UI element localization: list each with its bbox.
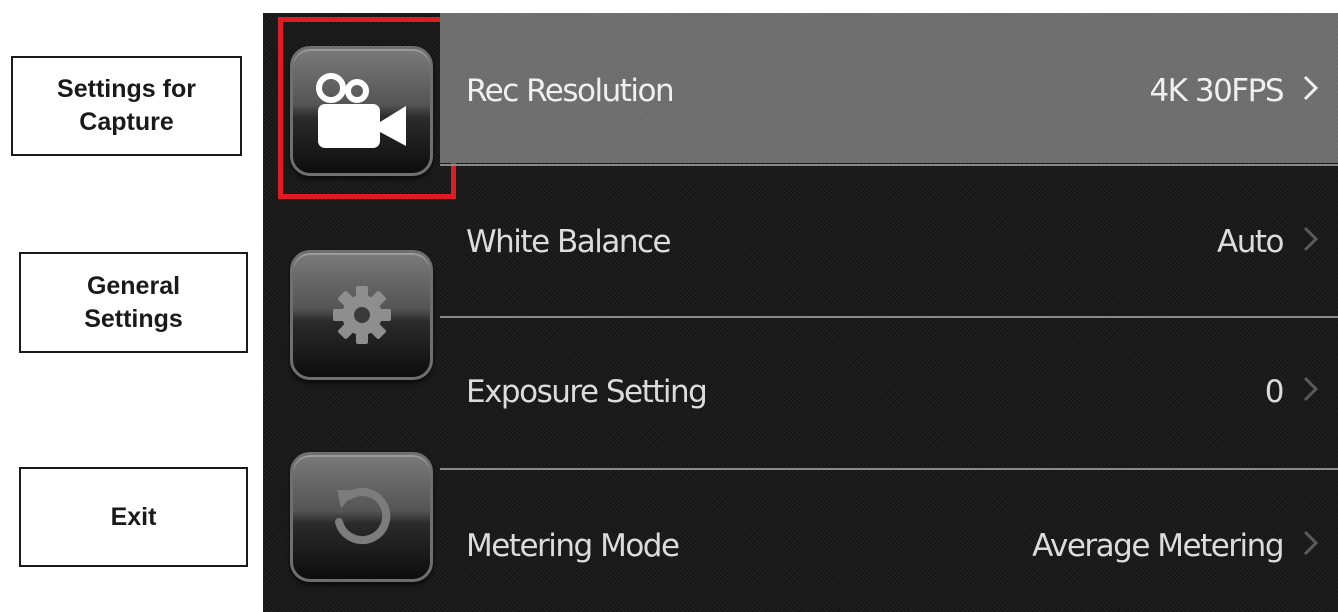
menu-row-value: 4K 30FPS	[1149, 73, 1284, 109]
chevron-right-icon	[1303, 226, 1319, 252]
return-arrow-icon	[334, 488, 390, 545]
callout-general-settings: General Settings	[19, 252, 248, 353]
chevron-right-icon	[1303, 530, 1319, 556]
callout-exit: Exit	[19, 467, 248, 567]
exit-button[interactable]	[290, 452, 433, 582]
menu-row-value: 0	[1264, 374, 1285, 410]
video-camera-icon	[315, 73, 406, 148]
general-settings-button[interactable]	[290, 250, 433, 380]
gear-icon	[332, 286, 391, 344]
chevron-right-icon	[1303, 75, 1319, 101]
camera-menu-screen: Rec Resolution 4K 30FPS White Balance Au…	[263, 13, 1338, 612]
menu-row-label: Rec Resolution	[466, 73, 675, 109]
menu-row-rec-resolution[interactable]: Rec Resolution 4K 30FPS	[440, 13, 1338, 163]
menu-row-white-balance[interactable]: White Balance Auto	[440, 166, 1338, 316]
menu-row-label: Exposure Setting	[466, 374, 708, 410]
menu-row-value: Average Metering	[1032, 528, 1284, 564]
menu-row-label: Metering Mode	[466, 528, 680, 564]
capture-settings-button[interactable]	[290, 46, 433, 176]
callout-settings-for-capture: Settings for Capture	[11, 56, 242, 156]
menu-row-metering-mode[interactable]: Metering Mode Average Metering	[440, 470, 1338, 612]
menu-row-value: Auto	[1217, 224, 1284, 260]
chevron-right-icon	[1303, 376, 1319, 402]
settings-menu-list: Rec Resolution 4K 30FPS White Balance Au…	[440, 13, 1338, 612]
menu-row-exposure-setting[interactable]: Exposure Setting 0	[440, 318, 1338, 468]
menu-row-label: White Balance	[466, 224, 672, 260]
